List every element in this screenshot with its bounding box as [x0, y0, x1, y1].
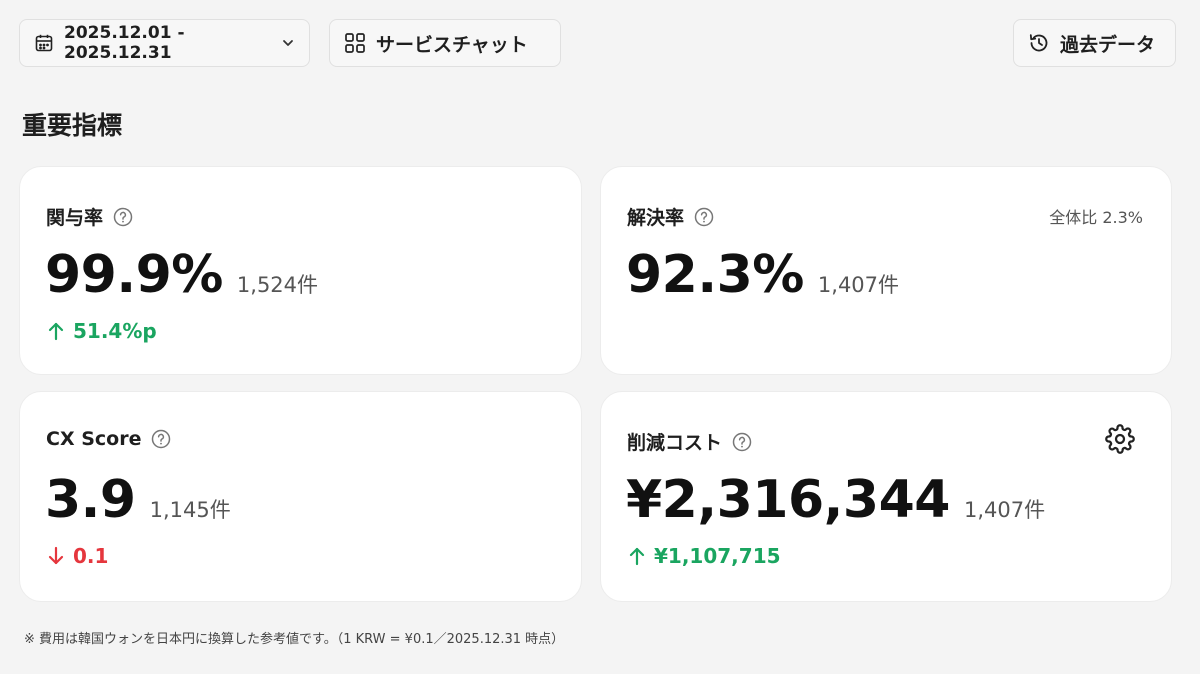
card-label: 削減コスト	[627, 432, 723, 454]
service-chat-button[interactable]: サービスチャット	[329, 19, 561, 67]
arrow-up-icon	[47, 321, 65, 341]
history-icon	[1028, 32, 1050, 54]
delta-value: 51.4%p	[73, 319, 157, 343]
delta-value: ¥1,107,715	[654, 544, 781, 568]
question-circle-icon[interactable]	[732, 432, 752, 452]
toolbar: 2025.12.01 - 2025.12.31 サービスチャット 過去データ	[19, 19, 1176, 67]
card-label: CX Score	[46, 428, 142, 450]
question-circle-icon[interactable]	[113, 207, 133, 227]
card-header: 削減コスト	[627, 428, 752, 455]
card-value: ¥2,316,344	[626, 470, 950, 530]
card-header: CX Score	[46, 428, 171, 450]
card-count: 1,407件	[963, 498, 1046, 522]
section-title: 重要指標	[22, 111, 123, 140]
card-delta: 51.4%p	[47, 319, 157, 343]
overall-ratio: 全体比 2.3%	[1049, 208, 1143, 227]
cost-reduction-card: 削減コスト ¥2,316,344 1,407件 ¥1,107,715	[600, 391, 1172, 602]
card-delta: 0.1	[47, 544, 108, 568]
engagement-rate-card: 関与率 99.9% 1,524件 51.4%p	[19, 166, 582, 375]
card-delta: ¥1,107,715	[628, 544, 781, 568]
card-count: 1,145件	[149, 498, 231, 522]
delta-value: 0.1	[73, 544, 109, 568]
card-label: 解決率	[627, 207, 685, 229]
question-circle-icon[interactable]	[151, 429, 171, 449]
arrow-down-icon	[47, 546, 65, 566]
card-count: 1,524件	[236, 273, 319, 297]
footnote: ※ 費用は韓国ウォンを日本円に換算した参考値です。（1 KRW = ¥0.1／2…	[24, 632, 565, 647]
gear-icon[interactable]	[1105, 424, 1135, 454]
card-label: 関与率	[46, 207, 104, 229]
card-header: 関与率	[46, 203, 133, 230]
card-header: 解決率	[627, 203, 714, 230]
card-value: 99.9%	[45, 245, 223, 305]
resolution-rate-card: 解決率 全体比 2.3% 92.3% 1,407件	[600, 166, 1172, 375]
calendar-icon	[34, 33, 54, 53]
card-value-row: 99.9% 1,524件	[45, 249, 318, 301]
date-range-button[interactable]: 2025.12.01 - 2025.12.31	[19, 19, 310, 67]
arrow-up-icon	[628, 546, 646, 566]
date-range-label: 2025.12.01 - 2025.12.31	[64, 23, 185, 63]
cx-score-card: CX Score 3.9 1,145件 0.1	[19, 391, 582, 602]
card-count: 1,407件	[817, 273, 900, 297]
card-value-row: 92.3% 1,407件	[626, 249, 899, 301]
dashboard-page: 2025.12.01 - 2025.12.31 サービスチャット 過去データ 重…	[0, 0, 1200, 674]
grid-icon	[344, 32, 366, 54]
card-value: 92.3%	[626, 245, 804, 305]
card-value-row: ¥2,316,344 1,407件	[626, 474, 1045, 526]
chevron-down-icon	[281, 36, 295, 50]
history-data-button[interactable]: 過去データ	[1013, 19, 1176, 67]
service-chat-label: サービスチャット	[376, 33, 528, 56]
history-data-label: 過去データ	[1060, 33, 1156, 56]
question-circle-icon[interactable]	[694, 207, 714, 227]
card-value: 3.9	[45, 470, 136, 530]
card-value-row: 3.9 1,145件	[45, 474, 231, 526]
